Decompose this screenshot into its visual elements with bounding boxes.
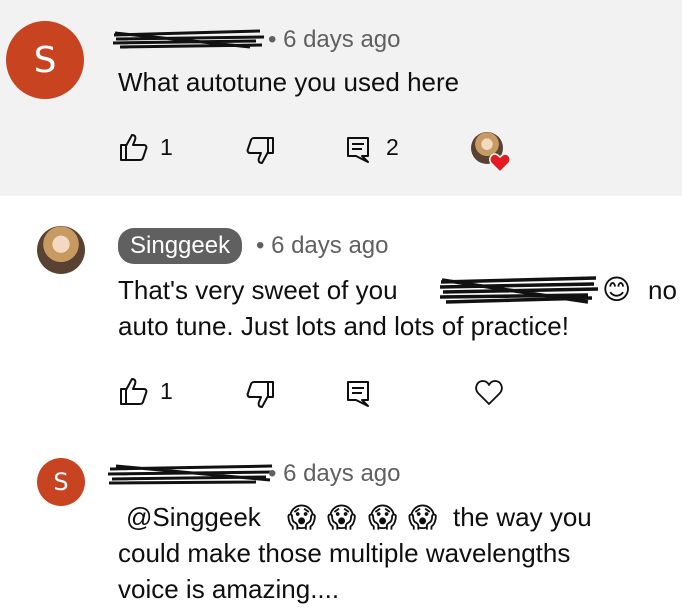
creator-avatar[interactable] [37,226,85,274]
comment-text-line1-end: the way you [453,502,592,532]
redacted-mention [439,276,599,304]
comment-timestamp: • 6 days ago [268,460,401,487]
creator-heart-icon [489,153,511,173]
avatar-letter: S [33,39,57,81]
avatar-letter: S [53,468,69,496]
mention-link[interactable]: @Singgeek [126,499,261,535]
like-count: 1 [160,134,173,160]
reply-count: 2 [386,134,399,160]
redacted-username [107,464,275,485]
comment-text-line3: voice is amazing.... [118,574,340,604]
comment-1: S • 6 days ago What autotune you used he… [0,0,682,196]
comment-text-line2: could make those multiple wavelengths [118,538,571,568]
thumb-up-icon[interactable] [118,376,150,406]
comment-text-line1: That's very sweet of you [118,275,398,305]
commenter-avatar[interactable]: S [37,458,85,506]
comment-timestamp: • 6 days ago [268,26,401,53]
scream-emoji: 😱 [327,502,357,533]
thumb-down-icon[interactable] [244,136,276,166]
reply-icon[interactable] [346,380,372,408]
scream-emoji: 😱 [368,502,398,533]
comment-2: Singgeek • 6 days ago That's very sweet … [0,196,682,432]
heart-icon[interactable] [474,378,504,406]
comment-timestamp: • 6 days ago [256,232,389,259]
reply-icon[interactable] [346,136,372,164]
comment-text-line1-end: no [648,275,677,305]
thumb-down-icon[interactable] [244,380,276,410]
comment-3: S • 6 days ago @Singgeek 😱 😱 😱 😱 the way… [0,432,682,604]
commenter-avatar[interactable]: S [6,21,84,99]
scream-emoji: 😱 [287,502,317,533]
comment-text: What autotune you used here [118,67,460,97]
scream-emoji: 😱 [408,502,438,533]
comment-text-line2: auto tune. Just lots and lots of practic… [118,311,569,341]
author-chip[interactable]: Singgeek [118,228,243,264]
like-count: 1 [160,378,173,404]
redacted-username [112,29,265,49]
thumb-up-icon[interactable] [118,132,150,162]
smile-emoji: 😊 [602,274,632,305]
